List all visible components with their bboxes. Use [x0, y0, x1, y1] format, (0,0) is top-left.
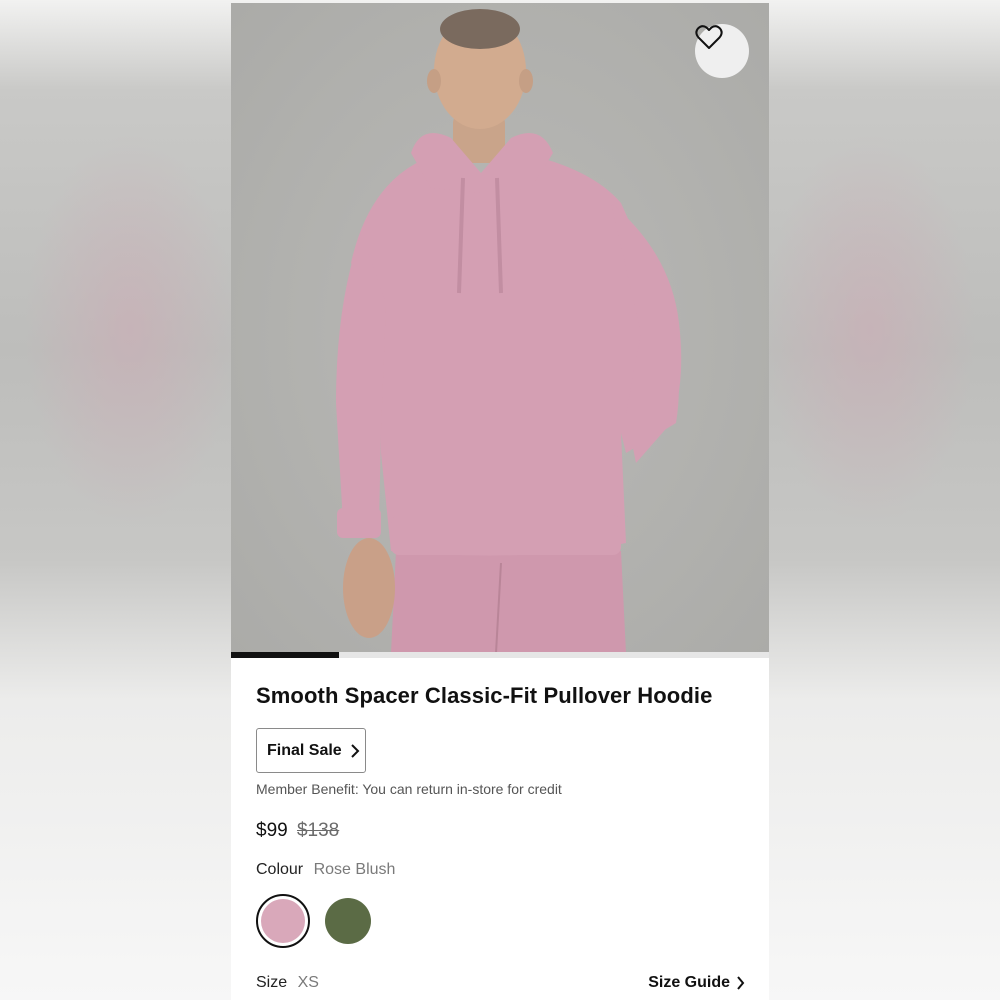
price-current: $99 [256, 820, 288, 841]
size-row: Size XS [256, 974, 319, 992]
swatch-rose-blush[interactable] [256, 894, 310, 948]
colour-value: Rose Blush [313, 861, 396, 878]
swatch-rose-fill [261, 899, 305, 943]
carousel-progress-fill [231, 652, 339, 658]
product-page: Smooth Spacer Classic-Fit Pullover Hoodi… [231, 3, 769, 1000]
final-sale-button[interactable]: Final Sale [256, 728, 366, 773]
final-sale-label: Final Sale [267, 741, 342, 759]
size-value: XS [297, 974, 319, 991]
member-benefit-text: Member Benefit: You can return in-store … [256, 781, 562, 797]
hoodie-model-illustration [336, 9, 682, 653]
size-label: Size [256, 974, 288, 991]
colour-label: Colour [256, 861, 304, 878]
swatch-green[interactable] [325, 898, 371, 944]
size-guide-label: Size Guide [648, 974, 730, 991]
chevron-right-icon [737, 976, 745, 990]
chevron-right-icon [350, 743, 360, 758]
favorite-button[interactable] [695, 24, 749, 78]
image-carousel-progress [231, 652, 769, 658]
price: $99 $138 [256, 820, 339, 842]
colour-row: Colour Rose Blush [256, 861, 395, 879]
price-original: $138 [296, 820, 340, 841]
heart-outline-icon [695, 25, 723, 49]
size-guide-link[interactable]: Size Guide [648, 974, 745, 992]
product-title: Smooth Spacer Classic-Fit Pullover Hoodi… [256, 683, 713, 708]
product-image[interactable] [231, 3, 769, 653]
